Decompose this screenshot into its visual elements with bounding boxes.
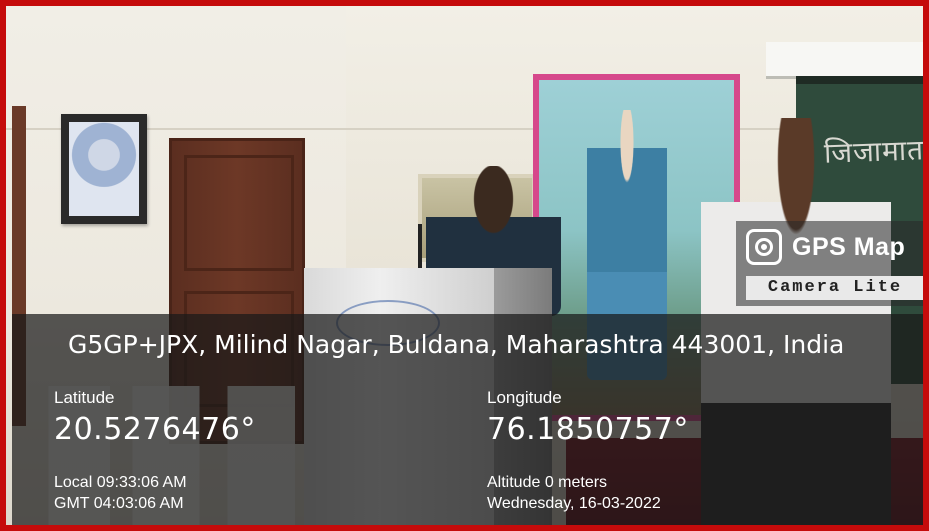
gps-logo-title: GPS Map [792, 232, 906, 261]
portrait-frame [61, 114, 147, 224]
time-block: Local 09:33:06 AM GMT 04:03:06 AM [54, 472, 187, 514]
camera-lens-icon [746, 229, 782, 265]
local-time: Local 09:33:06 AM [54, 474, 187, 491]
latitude-block: Latitude 20.5276476° [54, 388, 256, 447]
gps-app-logo: GPS Map Camera Lite [736, 221, 923, 306]
latitude-value: 20.5276476° [54, 412, 256, 447]
photo-frame: जिजामात GPS Map Camera Lite G5GP+JPX, Mi… [0, 0, 929, 531]
latitude-label: Latitude [54, 388, 115, 407]
gps-logo-subtitle: Camera Lite [746, 276, 923, 300]
projector-screen [766, 42, 923, 79]
gmt-time: GMT 04:03:06 AM [54, 495, 184, 512]
location-info-panel: G5GP+JPX, Milind Nagar, Buldana, Maharas… [12, 314, 923, 525]
gps-logo-header: GPS Map [746, 229, 905, 265]
date-text: Wednesday, 16-03-2022 [487, 495, 661, 512]
portrait-image [69, 122, 139, 216]
address-text: G5GP+JPX, Milind Nagar, Buldana, Maharas… [68, 330, 845, 359]
altitude-text: Altitude 0 meters [487, 474, 608, 491]
microphone-stand [418, 224, 422, 274]
longitude-value: 76.1850757° [487, 412, 689, 447]
longitude-block: Longitude 76.1850757° [487, 388, 689, 447]
altitude-date-block: Altitude 0 meters Wednesday, 16-03-2022 [487, 472, 661, 514]
longitude-label: Longitude [487, 388, 562, 407]
door-panel-top [184, 155, 294, 271]
